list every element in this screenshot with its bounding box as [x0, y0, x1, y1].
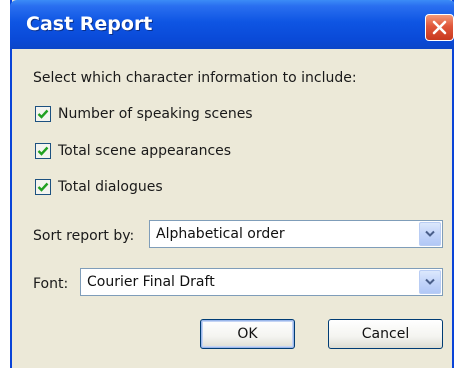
ok-button[interactable]: OK: [200, 319, 295, 349]
chevron-down-icon: [425, 278, 435, 285]
sort-by-dropdown-button[interactable]: [419, 222, 441, 246]
title-bar[interactable]: Cast Report: [10, 0, 454, 49]
checkmark-icon: [37, 146, 49, 156]
font-dropdown-button[interactable]: [419, 270, 441, 294]
font-select[interactable]: Courier Final Draft: [80, 268, 443, 296]
checkbox-total-dialogues[interactable]: [35, 179, 51, 195]
close-button[interactable]: [425, 14, 454, 41]
cancel-button[interactable]: Cancel: [328, 319, 443, 349]
option-label-total-dialogues[interactable]: Total dialogues: [58, 179, 163, 195]
chevron-down-icon: [425, 230, 435, 237]
checkbox-speaking-scenes[interactable]: [35, 106, 51, 122]
cast-report-dialog: Cast Report Select which character infor…: [10, 0, 454, 368]
instructions-label: Select which character information to in…: [33, 70, 357, 86]
font-label: Font:: [33, 276, 69, 292]
checkmark-icon: [37, 109, 49, 119]
sort-by-label: Sort report by:: [33, 228, 135, 244]
option-label-scene-appearances[interactable]: Total scene appearances: [58, 143, 231, 159]
dialog-title: Cast Report: [26, 13, 153, 35]
sort-by-value: Alphabetical order: [156, 226, 285, 242]
checkmark-icon: [37, 182, 49, 192]
font-value: Courier Final Draft: [87, 274, 215, 290]
close-icon: [432, 20, 447, 35]
option-label-speaking-scenes[interactable]: Number of speaking scenes: [58, 106, 253, 122]
checkbox-scene-appearances[interactable]: [35, 143, 51, 159]
sort-by-select[interactable]: Alphabetical order: [149, 220, 443, 248]
